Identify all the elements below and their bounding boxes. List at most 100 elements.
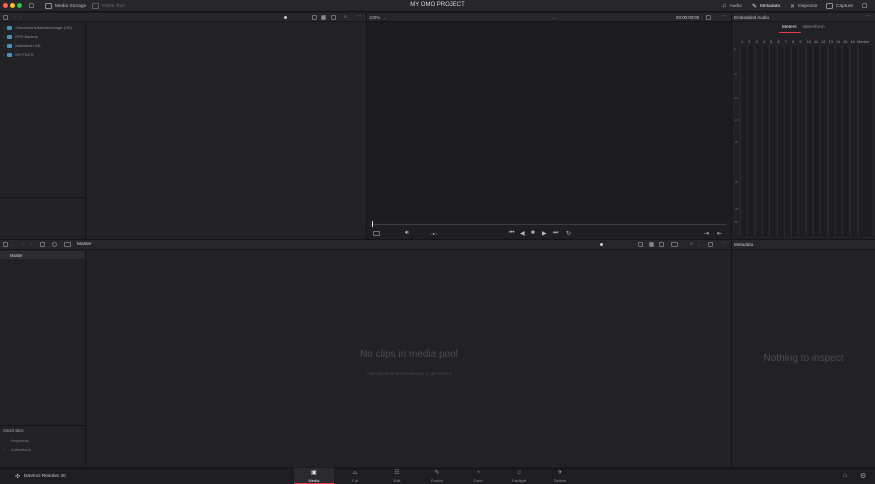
page-tab-edit[interactable]: ☷ Edit	[377, 468, 417, 484]
page-tab-cut[interactable]: ⌓ Cut	[335, 468, 375, 484]
tab-waveform[interactable]: Waveform	[803, 25, 825, 30]
clone-tool-button[interactable]: Clone Tool	[92, 2, 125, 10]
chevron-down-icon[interactable]: ⌄	[11, 242, 14, 247]
bin-item-master[interactable]: Master	[0, 251, 85, 259]
panel-layout-icon[interactable]	[29, 3, 34, 8]
audio-button[interactable]: ♫ Audio	[722, 2, 742, 10]
settings-gear-icon[interactable]: ⚙︎	[860, 472, 866, 480]
go-to-end-icon[interactable]: ⏭︎	[553, 230, 558, 237]
forward-icon[interactable]: ›	[20, 14, 22, 20]
db-scale-label: -40	[734, 207, 739, 211]
db-scale-label: -30	[734, 180, 739, 184]
zoom-dropdown-icon[interactable]: ⌄	[383, 15, 386, 20]
back-icon[interactable]: ‹	[22, 241, 24, 247]
meter-channel-number: 8	[792, 40, 795, 44]
page-tab-media[interactable]: ▣ Media	[294, 468, 334, 484]
inspector-button[interactable]: ✕ Inspector	[790, 2, 818, 10]
meter-channel-bar	[834, 46, 841, 236]
storage-location[interactable]: › MY FILES	[3, 51, 34, 58]
audio-label: Audio	[729, 3, 742, 9]
viewer-canvas[interactable]	[367, 22, 730, 220]
storage-location[interactable]: › Macintosh HD	[3, 42, 40, 49]
smart-bin-icon[interactable]	[52, 242, 57, 247]
storage-location[interactable]: › /Users/chris/Movies/Image (HD)	[3, 24, 72, 31]
viewer-mode-icon[interactable]	[373, 231, 380, 236]
mark-in-icon[interactable]: ⇥	[704, 230, 709, 237]
new-bin-icon[interactable]	[40, 242, 45, 247]
sort-icon[interactable]	[638, 242, 643, 247]
chevron-down-icon[interactable]: ⌄	[697, 242, 700, 247]
volume-icon[interactable]: 🔊︎	[405, 230, 409, 237]
meter-channel-number: 4	[762, 40, 766, 44]
meter-channel-number: 6	[777, 40, 780, 44]
thumbnail-view-icon[interactable]	[321, 15, 326, 20]
minimize-window-button[interactable]	[10, 3, 15, 8]
search-icon[interactable]: ⌕	[690, 241, 693, 247]
more-options-icon[interactable]: ···	[865, 13, 870, 19]
go-to-start-icon[interactable]: ⏮︎	[509, 230, 514, 237]
playhead[interactable]	[372, 221, 373, 227]
capture-label: Capture	[836, 3, 854, 9]
close-window-button[interactable]	[3, 3, 8, 8]
bin-title: Master	[77, 242, 92, 247]
stop-icon[interactable]: ■	[531, 230, 535, 236]
metadata-button[interactable]: ✎ Metadata	[752, 2, 780, 10]
scrubber-bar[interactable]	[371, 224, 726, 225]
capture-button[interactable]: Capture	[826, 2, 853, 10]
metadata-header: Metadata	[732, 240, 875, 250]
meter-channel-number: 2	[748, 40, 751, 44]
metadata-view-icon[interactable]	[671, 242, 678, 247]
smart-bin-keywords[interactable]: Keywords	[11, 438, 29, 443]
zoom-window-button[interactable]	[17, 3, 22, 8]
page-tab-label: Color	[473, 478, 483, 483]
clip-name-dropdown-icon[interactable]: ⌄	[552, 15, 555, 20]
page-tab-label: Edit	[393, 478, 401, 483]
zoom-level[interactable]: 100%	[369, 15, 380, 20]
meter-channel-number: 9	[799, 40, 802, 44]
meter-channel-bar	[754, 46, 761, 236]
mark-out-icon[interactable]: ⇤	[717, 230, 722, 237]
home-icon[interactable]: ⌂	[843, 472, 847, 479]
thumbnail-view-icon[interactable]	[649, 242, 654, 247]
zoom-slider-knob[interactable]	[600, 243, 603, 246]
viewer-options-icon[interactable]	[706, 15, 711, 20]
storage-location[interactable]: › EPX Backup	[3, 33, 38, 40]
smart-bin-collections[interactable]: Collections	[11, 447, 31, 452]
davinci-logo-icon: ✣	[15, 474, 21, 480]
page-tab-fairlight[interactable]: ♫ Fairlight	[499, 468, 539, 484]
bin-list-icon[interactable]	[64, 242, 71, 247]
metadata-panel-title: Metadata	[734, 242, 754, 247]
play-reverse-icon[interactable]: ◀︎	[520, 230, 525, 237]
zoom-slider-knob[interactable]	[284, 16, 287, 19]
search-icon[interactable]: ⌕	[344, 14, 347, 20]
chevron-right-icon: ›	[3, 34, 5, 39]
sidebar-toggle-icon[interactable]	[3, 242, 8, 247]
monitor-meter-bar	[858, 46, 872, 236]
page-tab-color[interactable]: ◔ Color	[458, 468, 498, 484]
more-options-icon[interactable]: ···	[721, 13, 726, 19]
tab-meters[interactable]: Meters	[782, 25, 797, 30]
fullscreen-icon[interactable]	[862, 3, 867, 8]
page-tab-label: Media	[308, 478, 320, 483]
more-options-icon[interactable]: ···	[722, 240, 727, 246]
media-storage-label: Media Storage	[55, 3, 87, 9]
loop-icon[interactable]: ↻	[566, 230, 571, 237]
page-tab-label: Fairlight	[511, 478, 527, 483]
meter-channel-number: 15	[843, 40, 848, 44]
list-view-icon[interactable]	[331, 15, 336, 20]
page-tab-deliver[interactable]: ✈︎ Deliver	[540, 468, 580, 484]
list-view-icon[interactable]	[659, 242, 664, 247]
forward-icon[interactable]: ›	[30, 241, 32, 247]
sort-icon[interactable]	[312, 15, 317, 20]
meter-channel-number: 12	[821, 40, 826, 44]
more-options-icon[interactable]: ···	[356, 13, 361, 19]
chevron-right-icon[interactable]: ›	[4, 446, 5, 451]
jog-control[interactable]: ‹ ● ›	[430, 231, 437, 236]
media-storage-button[interactable]: Media Storage	[45, 2, 86, 10]
project-title: MY OMO PROJECT	[410, 2, 465, 8]
play-icon[interactable]: ▶︎	[542, 230, 547, 237]
back-icon[interactable]: ‹	[14, 14, 16, 20]
filter-icon[interactable]	[708, 242, 713, 247]
page-tab-fusion[interactable]: ✎ Fusion	[417, 468, 457, 484]
sidebar-toggle-icon[interactable]	[3, 15, 8, 20]
